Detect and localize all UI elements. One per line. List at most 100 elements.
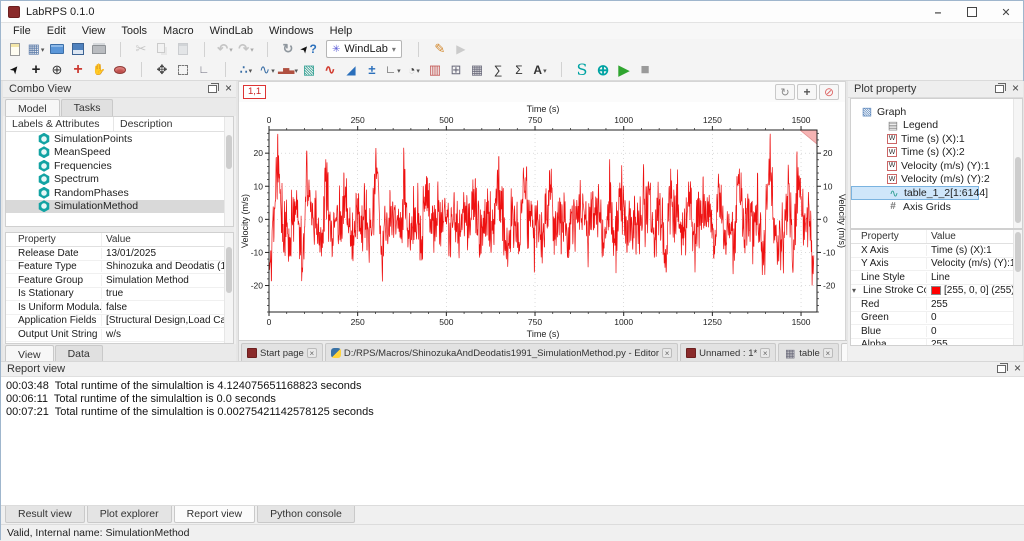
panel-tab[interactable]: Report view xyxy=(174,506,255,523)
tree-item[interactable]: SimulationMethod xyxy=(6,200,233,214)
title-bar[interactable]: LabRPS 0.1.0 xyxy=(1,1,1023,23)
new-sim-icon[interactable] xyxy=(593,61,613,79)
close-button[interactable] xyxy=(989,1,1023,23)
plot-property-header[interactable]: Plot property xyxy=(848,81,1023,98)
open-file-icon[interactable] xyxy=(47,40,67,58)
dropdown-arrow-icon[interactable] xyxy=(40,43,45,55)
multi-plot-icon[interactable] xyxy=(299,61,319,79)
red-line-plot-icon[interactable] xyxy=(320,61,340,79)
copy-icon[interactable] xyxy=(152,40,172,58)
plot-property-scrollbar[interactable] xyxy=(1013,230,1022,345)
mdi-tab[interactable]: table xyxy=(778,343,839,362)
box-plot-icon[interactable] xyxy=(362,61,382,79)
plot-tree-item[interactable]: Axis Grids xyxy=(851,200,1022,214)
property-row[interactable]: Output Unit String w/s xyxy=(6,328,233,342)
plot-tree-item[interactable]: Time (s) (X):2 xyxy=(851,146,1022,160)
plot-tree-scrollbar[interactable] xyxy=(1013,99,1022,228)
property-column[interactable]: Property xyxy=(6,233,102,246)
property-row[interactable]: Y Axis Velocity (m/s) (Y):1 xyxy=(851,258,1022,272)
plot-tree-item[interactable]: table_1_2[1:6144] xyxy=(851,186,979,200)
toolbar-separator[interactable] xyxy=(551,61,571,79)
property-row[interactable]: X Axis Time (s) (X):1 xyxy=(851,244,1022,258)
pan-hand-icon[interactable] xyxy=(89,61,109,79)
velocity-time-plot[interactable]: 0025025050050075075010001000125012501500… xyxy=(239,102,847,340)
plot-property-scrollbar-thumb[interactable] xyxy=(1015,232,1021,272)
value-column[interactable]: Value xyxy=(102,233,233,246)
paste-icon[interactable] xyxy=(173,40,193,58)
menu-item[interactable]: WindLab xyxy=(202,24,261,38)
tree-item[interactable]: Frequencies xyxy=(6,159,233,173)
value-column[interactable]: Value xyxy=(927,230,1022,243)
plot-tree-item[interactable]: Time (s) (X):1 xyxy=(851,132,1022,146)
add-plot-button[interactable] xyxy=(797,84,817,100)
plot-canvas[interactable]: 0025025050050075075010001000125012501500… xyxy=(239,102,847,340)
toolbar-separator[interactable] xyxy=(409,40,429,58)
macro-exec-icon[interactable] xyxy=(451,40,471,58)
mdi-tab[interactable]: Start page xyxy=(241,343,323,362)
maximize-button[interactable] xyxy=(955,1,989,23)
panel-tab[interactable]: Result view xyxy=(5,506,85,523)
property-row[interactable]: Application Fields [Structural Design,Lo… xyxy=(6,315,233,329)
toolbar-separator[interactable] xyxy=(257,40,277,58)
select-arrow-icon[interactable] xyxy=(5,61,25,79)
sigma-icon[interactable] xyxy=(509,61,529,79)
new-file-icon[interactable] xyxy=(5,40,25,58)
bar-plot-icon[interactable] xyxy=(278,61,298,79)
mdi-tab[interactable]: Unnamed : 1* xyxy=(680,343,776,362)
origin-axes-icon[interactable] xyxy=(68,61,88,79)
whats-this-icon[interactable] xyxy=(299,40,319,58)
plot-tree-item[interactable]: Velocity (m/s) (Y):2 xyxy=(851,173,1022,187)
toolbar-separator[interactable] xyxy=(131,61,151,79)
plot-tree-root[interactable]: Graph xyxy=(851,105,1022,119)
dropdown-arrow-icon[interactable] xyxy=(542,64,547,76)
close-tab-icon[interactable] xyxy=(823,348,833,358)
property-row[interactable]: Is Uniform Modula... false xyxy=(6,301,233,315)
dropdown-arrow-icon[interactable] xyxy=(249,43,254,55)
stop-sim-icon[interactable] xyxy=(635,61,655,79)
save-file-icon[interactable] xyxy=(68,40,88,58)
report-view-content[interactable]: 00:03:48 Total runtime of the simulaltio… xyxy=(1,377,1024,506)
minimize-button[interactable] xyxy=(921,1,955,23)
close-panel-icon[interactable] xyxy=(1012,83,1019,95)
macro-edit-icon[interactable] xyxy=(430,40,450,58)
refresh-plot-button[interactable] xyxy=(775,84,795,100)
property-row[interactable]: Feature Group Simulation Method xyxy=(6,274,233,288)
tree-scrollbar[interactable] xyxy=(224,117,233,226)
scatter-plot-icon[interactable] xyxy=(236,61,256,79)
red-disc-icon[interactable] xyxy=(110,61,130,79)
toolbar-separator[interactable] xyxy=(215,61,235,79)
property-scrollbar-thumb[interactable] xyxy=(226,247,232,293)
tree-item[interactable]: MeanSpeed xyxy=(6,146,233,160)
close-tab-icon[interactable] xyxy=(760,348,770,358)
report-view-header[interactable]: Report view xyxy=(1,361,1024,377)
property-scrollbar[interactable] xyxy=(224,233,233,343)
sim-s-icon[interactable] xyxy=(572,61,592,79)
zoom-region-icon[interactable] xyxy=(173,61,193,79)
tree-item[interactable]: Spectrum xyxy=(6,173,233,187)
undo-icon[interactable] xyxy=(215,40,235,58)
fit-chart-icon[interactable] xyxy=(194,61,214,79)
property-row[interactable]: Blue 0 xyxy=(851,325,1022,339)
float-panel-icon[interactable] xyxy=(995,85,1004,93)
menu-item[interactable]: File xyxy=(5,24,39,38)
tree-column-description[interactable]: Description xyxy=(114,117,233,131)
text-label-icon[interactable] xyxy=(530,61,550,79)
redo-icon[interactable] xyxy=(236,40,256,58)
std-views-icon[interactable] xyxy=(26,40,46,58)
mdi-tab[interactable]: Graph xyxy=(841,343,847,362)
close-panel-icon[interactable] xyxy=(225,83,232,95)
table-icon[interactable] xyxy=(467,61,487,79)
panel-tab[interactable]: Python console xyxy=(257,506,355,523)
tree-scrollbar-thumb[interactable] xyxy=(226,135,232,169)
float-panel-icon[interactable] xyxy=(208,85,217,93)
menu-item[interactable]: Help xyxy=(322,24,361,38)
run-sim-icon[interactable] xyxy=(614,61,634,79)
sum-integral-icon[interactable] xyxy=(488,61,508,79)
property-row[interactable]: Feature Type Shinozuka and Deodatis (199… xyxy=(6,261,233,275)
close-panel-icon[interactable] xyxy=(1014,363,1021,375)
tree-item[interactable]: RandomPhases xyxy=(6,186,233,200)
property-row[interactable]: Green 0 xyxy=(851,312,1022,326)
property-column[interactable]: Property xyxy=(851,230,927,243)
cut-icon[interactable] xyxy=(131,40,151,58)
date-axis-icon[interactable] xyxy=(446,61,466,79)
